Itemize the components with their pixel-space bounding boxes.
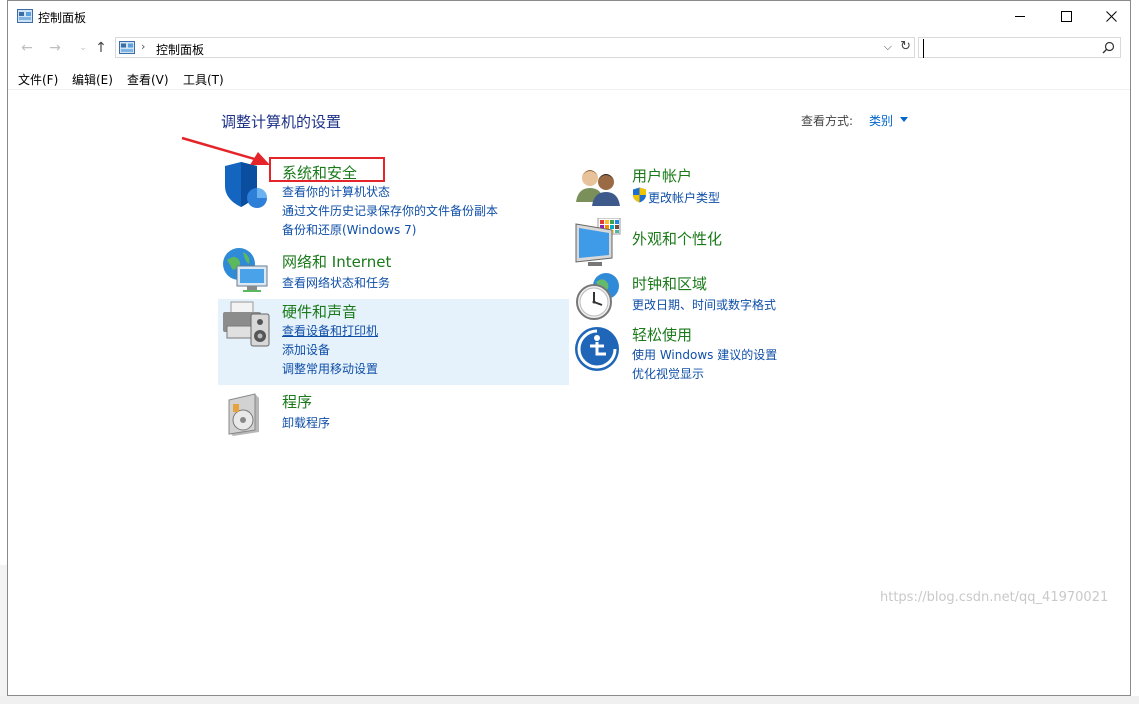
close-icon [1105, 11, 1117, 22]
category-link[interactable]: 通过文件历史记录保存你的文件备份副本 [282, 202, 498, 219]
maximize-icon [1060, 11, 1072, 22]
minimize-icon [1014, 16, 1025, 17]
category-title[interactable]: 硬件和声音 [282, 301, 357, 322]
caret-down-icon[interactable] [900, 117, 908, 122]
category-title[interactable]: 外观和个性化 [632, 228, 722, 249]
category-title[interactable]: 程序 [282, 391, 312, 412]
category-ease-of-access: 轻松使用 使用 Windows 建议的设置 优化视觉显示 [574, 324, 904, 384]
annotation-arrow-icon [180, 135, 276, 172]
maximize-button[interactable] [1043, 1, 1089, 32]
category-programs: 程序 卸载程序 [221, 390, 551, 440]
category-user-accounts: 用户帐户 更改帐户类型 [574, 162, 904, 212]
breadcrumb-item[interactable]: 控制面板 [156, 41, 204, 58]
search-input[interactable] [923, 39, 1098, 58]
category-network-internet: 网络和 Internet 查看网络状态和任务 [221, 246, 551, 296]
forward-button[interactable]: → [46, 40, 64, 56]
close-button[interactable] [1088, 1, 1134, 32]
menu-tools[interactable]: 工具(T) [183, 71, 224, 88]
category-link[interactable]: 优化视觉显示 [632, 365, 704, 382]
menu-file[interactable]: 文件(F) [18, 71, 58, 88]
category-link[interactable]: 调整常用移动设置 [282, 360, 378, 377]
category-title[interactable]: 网络和 Internet [282, 251, 391, 272]
highlight-box [269, 157, 385, 182]
ease-of-access-icon[interactable] [574, 324, 624, 374]
category-title[interactable]: 轻松使用 [632, 324, 692, 345]
users-icon[interactable] [574, 162, 624, 212]
back-button[interactable]: ← [18, 40, 36, 56]
category-link[interactable]: 查看设备和打印机 [282, 322, 378, 339]
category-appearance: 外观和个性化 [574, 217, 904, 268]
category-clock-region: 时钟和区域 更改日期、时间或数字格式 [574, 272, 904, 322]
view-by-dropdown[interactable]: 类别 [869, 112, 893, 129]
category-link[interactable]: 卸载程序 [282, 414, 330, 431]
network-globe-icon[interactable] [221, 246, 271, 296]
view-by-label: 查看方式: [801, 114, 854, 128]
category-hardware-sound: 硬件和声音 查看设备和打印机 添加设备 调整常用移动设置 [221, 300, 551, 380]
category-link[interactable]: 查看你的计算机状态 [282, 183, 390, 200]
control-panel-content: 调整计算机的设置 查看方式: 类别 系统和安全 查看你的计算机状态 通过文件历史… [8, 90, 1130, 696]
up-button[interactable]: ↑ [92, 40, 110, 56]
chevron-down-icon[interactable]: ⌵ [884, 40, 892, 54]
category-link[interactable]: 查看网络状态和任务 [282, 274, 390, 291]
page-title: 调整计算机的设置 [221, 113, 342, 131]
category-link[interactable]: 更改帐户类型 [648, 189, 720, 206]
menu-edit[interactable]: 编辑(E) [72, 71, 113, 88]
category-link[interactable]: 添加设备 [282, 341, 330, 358]
address-bar[interactable]: › 控制面板 ⌵ ↻ [115, 37, 915, 58]
window-title: 控制面板 [38, 11, 87, 25]
refresh-icon[interactable]: ↻ [900, 39, 911, 54]
menu-bar: 文件(F) 编辑(E) 查看(V) 工具(T) [8, 65, 1130, 90]
category-link[interactable]: 备份和还原(Windows 7) [282, 221, 416, 238]
control-panel-icon [119, 41, 135, 54]
category-title[interactable]: 时钟和区域 [632, 273, 707, 294]
control-panel-icon [17, 9, 33, 23]
navigation-bar: ← → ⌄ ↑ › 控制面板 ⌵ ↻ [8, 32, 1130, 65]
printer-speaker-icon[interactable] [221, 300, 271, 350]
background-strip [0, 696, 1139, 704]
uac-shield-icon [632, 187, 647, 206]
breadcrumb-separator[interactable]: › [141, 40, 145, 53]
search-icon[interactable] [1102, 41, 1115, 57]
monitor-palette-icon[interactable] [574, 217, 624, 268]
category-link[interactable]: 使用 Windows 建议的设置 [632, 346, 777, 363]
search-box[interactable] [918, 37, 1121, 58]
menu-view[interactable]: 查看(V) [127, 71, 169, 88]
minimize-button[interactable] [997, 1, 1043, 32]
title-bar: 控制面板 [8, 1, 1130, 32]
clock-globe-icon[interactable] [574, 272, 624, 322]
category-link[interactable]: 更改日期、时间或数字格式 [632, 296, 776, 313]
watermark: https://blog.csdn.net/qq_41970021 [880, 590, 1109, 605]
recent-locations-button[interactable]: ⌄ [74, 40, 92, 56]
category-title[interactable]: 用户帐户 [632, 165, 692, 186]
programs-disc-icon[interactable] [221, 390, 271, 440]
